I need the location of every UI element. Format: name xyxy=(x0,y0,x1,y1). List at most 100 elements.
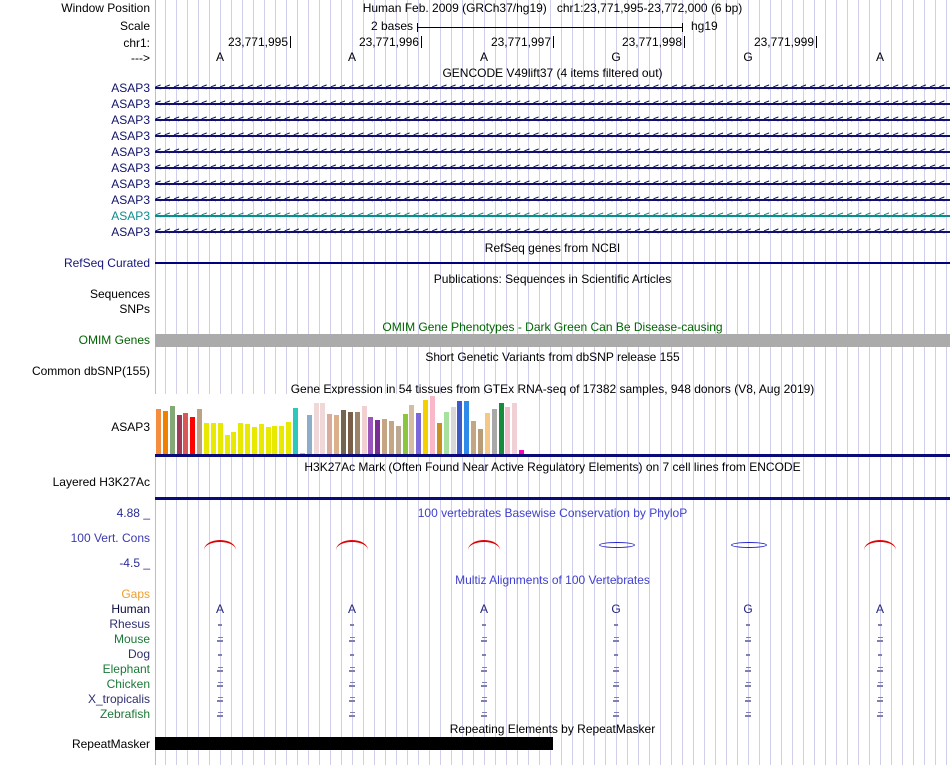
gtex-expression-chart[interactable] xyxy=(155,394,529,455)
track-label-omim-genes[interactable]: OMIM Genes xyxy=(0,333,150,347)
omim-gene-bar[interactable] xyxy=(155,333,950,347)
gencode-transcript[interactable]: <<<<<<<<<<<<<<<<<<<<<<<<<<<<<<<<<<<<<<<<… xyxy=(155,224,950,240)
repeatmasker-element-bar[interactable] xyxy=(155,737,553,750)
gtex-expression-bar[interactable] xyxy=(272,426,278,455)
gtex-expression-bar[interactable] xyxy=(231,432,237,455)
track-label-publications-snps[interactable]: SNPs xyxy=(0,302,150,316)
gencode-transcript-label[interactable]: ASAP3 xyxy=(0,177,150,191)
gtex-expression-bar[interactable] xyxy=(313,403,319,455)
gtex-expression-bar[interactable] xyxy=(498,403,504,455)
multiz-species-label[interactable]: Mouse xyxy=(0,632,150,646)
refseq-curated-gene-line[interactable] xyxy=(155,262,950,264)
gencode-transcript[interactable]: <<<<<<<<<<<<<<<<<<<<<<<<<<<<<<<<<<<<<<<<… xyxy=(155,176,950,192)
gtex-expression-bar[interactable] xyxy=(340,410,346,455)
gtex-expression-bar[interactable] xyxy=(258,424,264,455)
gtex-expression-bar[interactable] xyxy=(368,417,374,455)
phylop-dip-lens[interactable] xyxy=(731,542,767,548)
gtex-expression-bar[interactable] xyxy=(197,409,203,455)
gtex-expression-bar[interactable] xyxy=(265,427,271,455)
gtex-expression-bar[interactable] xyxy=(190,417,196,455)
multiz-species-label[interactable]: Dog xyxy=(0,647,150,661)
gtex-expression-bar[interactable] xyxy=(423,400,429,455)
gencode-transcript-label[interactable]: ASAP3 xyxy=(0,209,150,223)
gtex-expression-bar[interactable] xyxy=(286,422,292,455)
gtex-expression-bar[interactable] xyxy=(162,411,168,455)
gtex-expression-bar[interactable] xyxy=(430,396,435,455)
gtex-expression-bar[interactable] xyxy=(450,407,456,455)
gencode-transcript-label[interactable]: ASAP3 xyxy=(0,97,150,111)
gencode-transcript[interactable]: <<<<<<<<<<<<<<<<<<<<<<<<<<<<<<<<<<<<<<<<… xyxy=(155,160,950,176)
gencode-transcript-label[interactable]: ASAP3 xyxy=(0,145,150,159)
gtex-expression-bar[interactable] xyxy=(395,426,401,455)
gencode-transcript[interactable]: <<<<<<<<<<<<<<<<<<<<<<<<<<<<<<<<<<<<<<<<… xyxy=(155,144,950,160)
phylop-peak-arc[interactable] xyxy=(204,540,236,550)
multiz-species-label[interactable]: Gaps xyxy=(0,587,150,601)
h3k27ac-baseline[interactable] xyxy=(155,497,950,500)
gtex-expression-bar[interactable] xyxy=(382,419,387,455)
track-label-refseq-curated[interactable]: RefSeq Curated xyxy=(0,256,150,270)
gtex-expression-bar[interactable] xyxy=(293,408,298,455)
phylop-peak-arc[interactable] xyxy=(336,540,368,550)
track-display-area[interactable]: Human Feb. 2009 (GRCh37/hg19) chr1:23,77… xyxy=(155,0,950,765)
track-label-common-dbsnp[interactable]: Common dbSNP(155) xyxy=(0,364,150,378)
gtex-expression-bar[interactable] xyxy=(347,412,353,455)
gtex-expression-bar[interactable] xyxy=(203,423,209,455)
gtex-expression-bar[interactable] xyxy=(327,414,333,455)
gtex-expression-bar[interactable] xyxy=(210,423,216,455)
gtex-expression-bar[interactable] xyxy=(361,406,367,455)
gtex-expression-bar[interactable] xyxy=(238,423,244,455)
gencode-transcript-label[interactable]: ASAP3 xyxy=(0,129,150,143)
phylop-peak-arc[interactable] xyxy=(864,540,896,550)
phylop-peak-arc[interactable] xyxy=(468,540,500,550)
gtex-expression-bar[interactable] xyxy=(224,435,230,455)
gtex-expression-bar[interactable] xyxy=(176,415,182,455)
gtex-expression-bar[interactable] xyxy=(156,409,161,455)
multiz-species-label[interactable]: Zebrafish xyxy=(0,707,150,721)
gencode-transcript-label[interactable]: ASAP3 xyxy=(0,113,150,127)
gtex-expression-bar[interactable] xyxy=(409,405,415,455)
gtex-expression-bar[interactable] xyxy=(443,412,449,455)
track-label-publications-sequences[interactable]: Sequences xyxy=(0,287,150,301)
gtex-expression-bar[interactable] xyxy=(183,413,189,455)
gtex-expression-bar[interactable] xyxy=(334,415,340,455)
gtex-expression-bar[interactable] xyxy=(484,413,490,455)
gtex-expression-bar[interactable] xyxy=(457,401,463,455)
gencode-transcript-label[interactable]: ASAP3 xyxy=(0,225,150,239)
gtex-expression-bar[interactable] xyxy=(375,420,381,455)
gencode-transcript-label[interactable]: ASAP3 xyxy=(0,161,150,175)
gtex-expression-bar[interactable] xyxy=(505,407,511,455)
gtex-expression-bar[interactable] xyxy=(402,414,408,455)
gtex-expression-bar[interactable] xyxy=(471,421,477,455)
multiz-species-label[interactable]: Elephant xyxy=(0,662,150,676)
gtex-expression-bar[interactable] xyxy=(245,424,250,455)
gencode-transcript-label[interactable]: ASAP3 xyxy=(0,193,150,207)
track-label-repeatmasker[interactable]: RepeatMasker xyxy=(0,737,150,751)
gencode-transcript[interactable]: <<<<<<<<<<<<<<<<<<<<<<<<<<<<<<<<<<<<<<<<… xyxy=(155,96,950,112)
gtex-expression-bar[interactable] xyxy=(416,413,422,455)
gtex-expression-bar[interactable] xyxy=(251,427,257,455)
gencode-transcript[interactable]: <<<<<<<<<<<<<<<<<<<<<<<<<<<<<<<<<<<<<<<<… xyxy=(155,128,950,144)
gtex-expression-bar[interactable] xyxy=(320,403,326,455)
track-label-gtex-gene[interactable]: ASAP3 xyxy=(0,420,150,434)
gtex-expression-bar[interactable] xyxy=(388,421,394,455)
gtex-expression-bar[interactable] xyxy=(354,412,360,455)
gencode-transcript[interactable]: <<<<<<<<<<<<<<<<<<<<<<<<<<<<<<<<<<<<<<<<… xyxy=(155,192,950,208)
gtex-expression-bar[interactable] xyxy=(464,401,470,455)
gtex-expression-bar[interactable] xyxy=(436,423,442,455)
gtex-expression-bar[interactable] xyxy=(217,423,223,455)
gtex-expression-bar[interactable] xyxy=(169,406,175,455)
multiz-species-label[interactable]: Rhesus xyxy=(0,617,150,631)
track-label-layered-h3k27ac[interactable]: Layered H3K27Ac xyxy=(0,475,150,489)
gencode-transcript[interactable]: <<<<<<<<<<<<<<<<<<<<<<<<<<<<<<<<<<<<<<<<… xyxy=(155,112,950,128)
gencode-transcript-label[interactable]: ASAP3 xyxy=(0,81,150,95)
gtex-expression-bar[interactable] xyxy=(306,415,312,455)
gtex-expression-bar[interactable] xyxy=(491,409,497,455)
gencode-transcript[interactable]: <<<<<<<<<<<<<<<<<<<<<<<<<<<<<<<<<<<<<<<<… xyxy=(155,80,950,96)
phylop-dip-lens[interactable] xyxy=(599,542,635,548)
gtex-expression-bar[interactable] xyxy=(279,426,285,455)
multiz-species-label[interactable]: Human xyxy=(0,602,150,616)
gtex-expression-bar[interactable] xyxy=(512,403,518,455)
track-label-100-vert-cons[interactable]: 100 Vert. Cons xyxy=(0,531,150,545)
multiz-species-label[interactable]: X_tropicalis xyxy=(0,692,150,706)
gencode-transcript[interactable]: <<<<<<<<<<<<<<<<<<<<<<<<<<<<<<<<<<<<<<<<… xyxy=(155,208,950,224)
